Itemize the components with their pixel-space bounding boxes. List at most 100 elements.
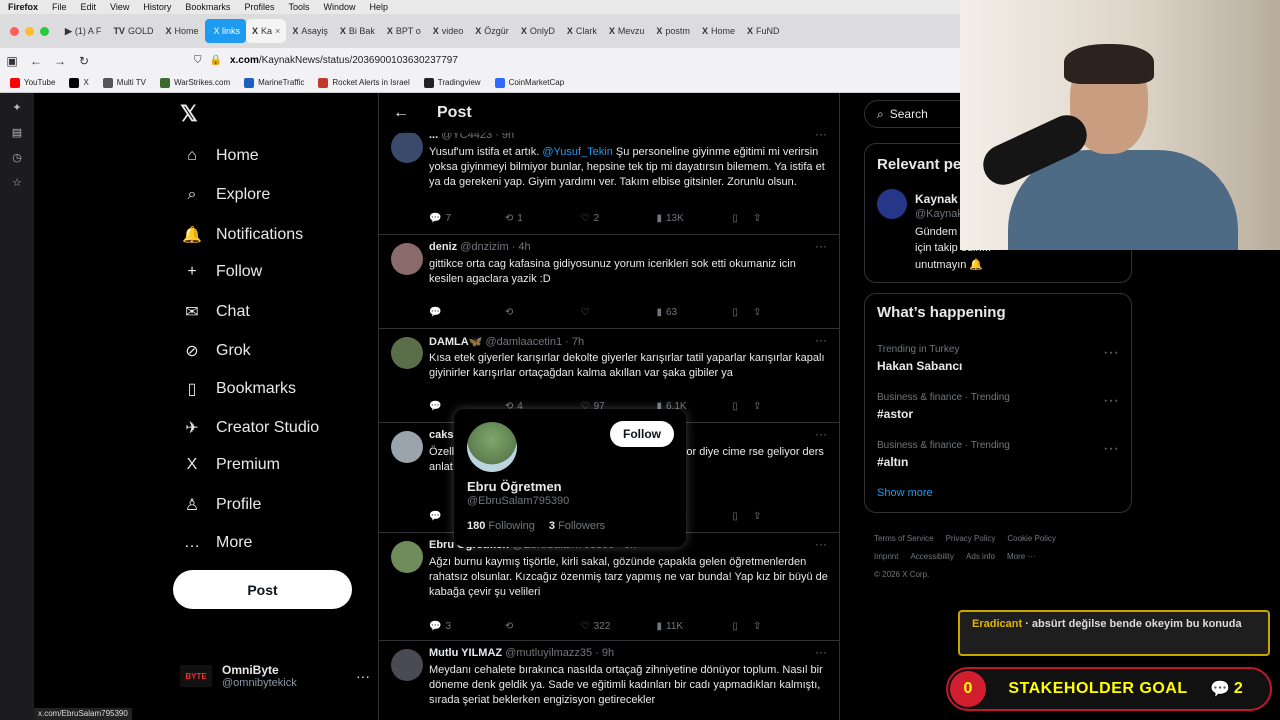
nav-premium[interactable]: X Premium (182, 456, 280, 474)
os-menu-item[interactable]: View (110, 2, 129, 12)
bookmark-button[interactable]: ▯ (732, 401, 753, 412)
account-switcher[interactable]: BYTE OmniByte @omnibytekick ··· (180, 663, 370, 689)
repost-button[interactable]: ⟲ (505, 307, 581, 318)
share-button[interactable]: ⇪ (753, 401, 829, 412)
forward-icon[interactable]: → (48, 54, 72, 68)
os-menu-item[interactable]: Profiles (244, 2, 274, 12)
bookmark-item[interactable]: Multi TV (102, 77, 146, 88)
nav-grok[interactable]: ⊘ Grok (182, 341, 250, 361)
x-logo-icon[interactable]: 𝕏 (180, 101, 198, 127)
nav-profile[interactable]: ♙ Profile (182, 495, 262, 515)
trend-item[interactable]: Business & finance · Trending #astor ··· (877, 392, 1127, 421)
author-handle[interactable]: @damlaacetin1 · 7h (485, 336, 584, 348)
footer-link[interactable]: Ads info (966, 552, 995, 561)
avatar[interactable] (391, 431, 423, 463)
share-button[interactable]: ⇪ (753, 621, 829, 632)
os-menu-item[interactable]: History (143, 2, 171, 12)
browser-tab[interactable]: X BPT o (381, 19, 427, 43)
browser-tab[interactable]: X Özgür (469, 19, 515, 43)
bookmark-item[interactable]: CoinMarketCap (494, 77, 564, 88)
browser-tab[interactable]: X Bi Bak (334, 19, 381, 43)
browser-tab[interactable]: X OnlyD (515, 19, 561, 43)
following-count[interactable]: 180 Following (467, 520, 535, 532)
like-button[interactable]: ♡ 322 (581, 621, 657, 632)
follow-button[interactable]: Follow (610, 421, 674, 447)
browser-tab[interactable]: X links (204, 19, 247, 43)
nav-bookmarks[interactable]: ▯ Bookmarks (182, 379, 296, 399)
more-icon[interactable]: ··· (1103, 440, 1119, 458)
back-icon[interactable]: ← (24, 54, 48, 68)
nav-notifications[interactable]: 🔔 Notifications (182, 225, 303, 245)
footer-link[interactable]: Privacy Policy (946, 534, 996, 543)
search-input[interactable]: ⌕ Search (864, 100, 974, 128)
share-button[interactable]: ⇪ (753, 307, 829, 318)
nav-home[interactable]: ⌂ Home (182, 147, 259, 165)
reply-button[interactable]: 💬 3 (429, 621, 505, 632)
author-name[interactable]: Mutlu YILMAZ (429, 647, 502, 659)
more-icon[interactable]: ··· (815, 427, 827, 441)
author-name[interactable]: DAMLA🦋 (429, 336, 482, 348)
browser-tab[interactable]: Xvideo (427, 19, 470, 43)
hovercard-name[interactable]: Ebru Öğretmen (467, 479, 562, 494)
os-menu-item[interactable]: Tools (288, 2, 309, 12)
avatar[interactable] (391, 131, 423, 163)
browser-tab[interactable]: X Home (696, 19, 741, 43)
browser-tab[interactable]: X Ka × (246, 19, 287, 43)
nav-creator-studio[interactable]: ✈ Creator Studio (182, 418, 319, 438)
os-menu-item[interactable]: Window (323, 2, 355, 12)
footer-link[interactable]: Cookie Policy (1007, 534, 1055, 543)
mention-link[interactable]: @Yusuf_Tekin (542, 146, 613, 158)
back-arrow-icon[interactable]: ← (393, 104, 409, 122)
author-name[interactable]: deniz (429, 241, 457, 253)
ai-icon[interactable]: ✦ (12, 101, 21, 114)
bookmark-button[interactable]: ▯ (732, 621, 753, 632)
os-menu-item[interactable]: Edit (81, 2, 97, 12)
os-menu-item[interactable]: Help (369, 2, 388, 12)
tweet[interactable]: Ebru Öğretmen @EbruSalam795390 · 9h···Ağ… (379, 533, 839, 641)
os-menu-item[interactable]: File (52, 2, 67, 12)
browser-tab[interactable]: Xpostm (650, 19, 696, 43)
more-icon[interactable]: ··· (815, 645, 827, 659)
nav-explore[interactable]: ⌕ Explore (182, 186, 271, 204)
avatar[interactable] (391, 337, 423, 369)
views-button[interactable]: ▮ 63 (656, 307, 732, 318)
browser-tab[interactable]: X Asayiş (286, 19, 334, 43)
bookmark-item[interactable]: Rocket Alerts in Israel (318, 77, 410, 88)
author-handle[interactable]: @dnzizim · 4h (460, 241, 530, 253)
repost-button[interactable]: ⟲ 1 (505, 213, 581, 224)
nav-chat[interactable]: ✉ Chat (182, 302, 250, 322)
trend-item[interactable]: Business & finance · Trending #altın ··· (877, 440, 1127, 469)
like-button[interactable]: ♡ 2 (581, 213, 657, 224)
reload-icon[interactable]: ↻ (72, 54, 96, 68)
url-text[interactable]: x.com/KaynakNews/status/2036900103630237… (230, 55, 458, 66)
browser-tab[interactable]: TV GOLD (107, 19, 159, 43)
avatar[interactable] (467, 422, 517, 472)
bookmark-button[interactable]: ▯ (732, 307, 753, 318)
nav-follow[interactable]: + Follow (182, 263, 262, 281)
footer-link[interactable]: More ··· (1007, 552, 1035, 561)
trend-item[interactable]: Trending in Turkey Hakan Sabancı ··· (877, 344, 1127, 373)
browser-tab[interactable]: X Home (159, 19, 204, 43)
history-icon[interactable]: ◷ (12, 151, 22, 164)
os-menu-item[interactable]: Bookmarks (185, 2, 230, 12)
bookmark-item[interactable]: WarStrikes.com (159, 77, 230, 88)
avatar[interactable] (877, 189, 907, 219)
window-controls[interactable] (0, 26, 59, 36)
avatar[interactable] (391, 541, 423, 573)
bookmark-item[interactable]: MarineTraffic (244, 77, 304, 88)
tweet[interactable]: Mutlu YILMAZ @mutluyilmazz35 · 9h ··· Meyd… (379, 641, 839, 720)
tweet[interactable]: ... @YC4423 · 9h ··· Yusuf'um istifa et ar… (379, 123, 839, 235)
footer-link[interactable]: Imprint (874, 552, 898, 561)
browser-tab[interactable]: X FuND (741, 19, 786, 43)
footer-link[interactable]: Terms of Service (874, 534, 934, 543)
views-button[interactable]: ▮ 13K (656, 213, 732, 224)
more-icon[interactable]: ··· (815, 537, 827, 551)
repost-button[interactable]: ⟲ (505, 621, 581, 632)
bookmark-button[interactable]: ▯ (732, 213, 753, 224)
star-icon[interactable]: ☆ (12, 176, 22, 189)
os-menu-item[interactable]: Firefox (8, 2, 38, 12)
more-icon[interactable]: ··· (1103, 344, 1119, 362)
tabs-icon[interactable]: ▤ (12, 126, 22, 139)
share-button[interactable]: ⇪ (753, 213, 829, 224)
reply-button[interactable]: 💬 7 (429, 213, 505, 224)
